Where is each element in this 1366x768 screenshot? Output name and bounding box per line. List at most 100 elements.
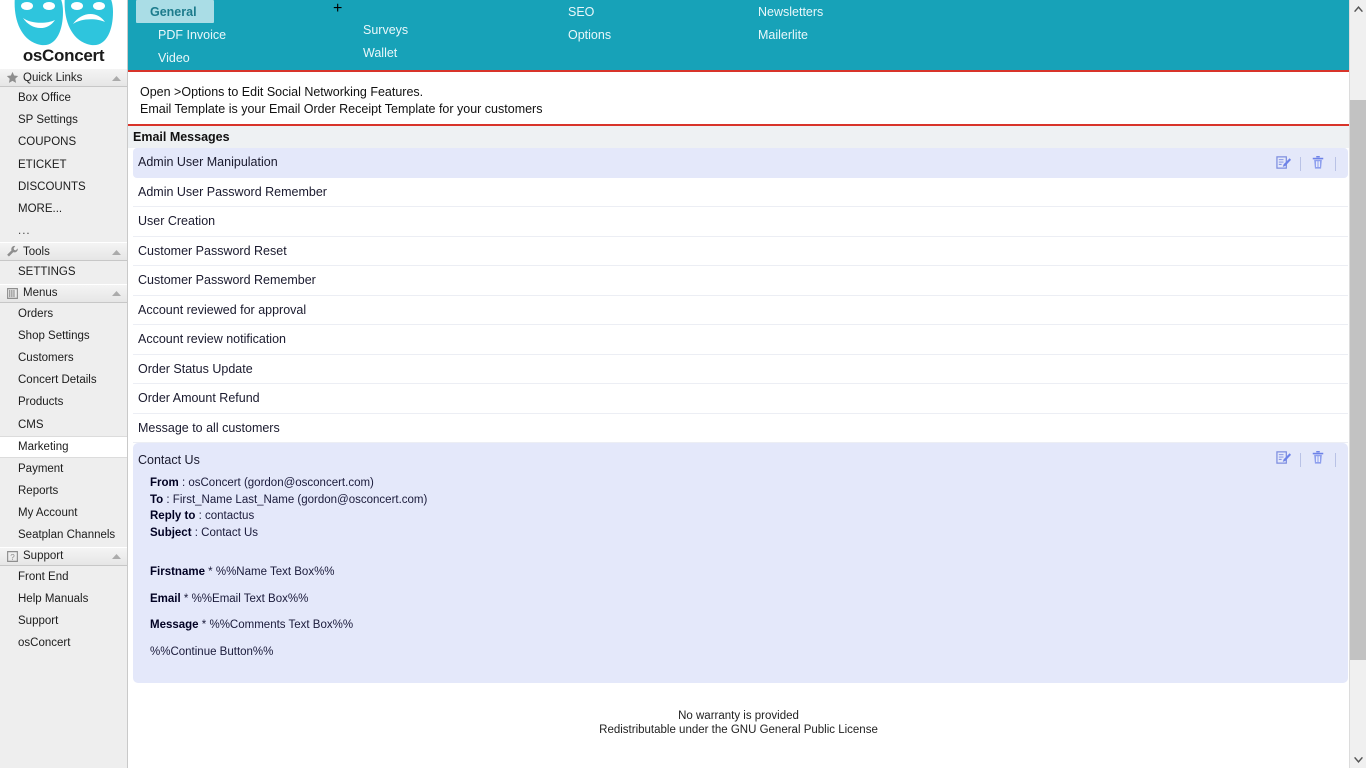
sidebar-item-label: Support — [18, 615, 58, 627]
sidebar-section-menus[interactable]: Menus — [0, 284, 127, 303]
sidebar-item-payment[interactable]: Payment — [0, 458, 127, 480]
email-message-label: Account review notification — [138, 332, 1348, 346]
trash-icon[interactable] — [1305, 155, 1331, 173]
sidebar-item-shop-settings[interactable]: Shop Settings — [0, 325, 127, 347]
topnav-link-seo[interactable]: SEO — [538, 0, 728, 23]
sidebar-item-customers[interactable]: Customers — [0, 347, 127, 369]
sidebar-item-concert-details[interactable]: Concert Details — [0, 369, 127, 391]
email-message-row[interactable]: Customer Password Reset — [133, 237, 1348, 267]
sidebar-item-seatplan-channels[interactable]: Seatplan Channels — [0, 524, 127, 546]
sidebar-section-label: Menus — [23, 287, 112, 299]
topnav-column-1: +SurveysWalletEmail Template — [333, 0, 538, 70]
sidebar-item-front-end[interactable]: Front End — [0, 566, 127, 588]
sidebar-item-help-manuals[interactable]: Help Manuals — [0, 588, 127, 610]
sidebar-item-label: Shop Settings — [18, 330, 90, 342]
scroll-down-arrow-icon[interactable] — [1350, 751, 1366, 768]
sidebar-item-label: osConcert — [18, 637, 70, 649]
email-message-row[interactable]: Order Status Update — [133, 355, 1348, 385]
topnav-link-wrap: Newsletters — [728, 0, 928, 23]
email-message-label: Message to all customers — [138, 421, 1348, 435]
email-message-label: Customer Password Remember — [138, 273, 1348, 287]
email-message-row[interactable]: Admin User Password Remember — [133, 178, 1348, 208]
action-divider — [1300, 453, 1301, 467]
email-message-row[interactable]: Customer Password Remember — [133, 266, 1348, 296]
sidebar-item-reports[interactable]: Reports — [0, 480, 127, 502]
sidebar-item-my-account[interactable]: My Account — [0, 502, 127, 524]
footer-line-2: Redistributable under the GNU General Pu… — [128, 724, 1349, 738]
sidebar-item-eticket[interactable]: ETICKET — [0, 154, 127, 176]
sidebar-item-[interactable]: ... — [0, 220, 127, 242]
email-message-label: Admin User Manipulation — [138, 155, 1348, 169]
sidebar-item-products[interactable]: Products — [0, 391, 127, 413]
sidebar-section-quick-links[interactable]: Quick Links — [0, 68, 127, 87]
email-message-label: Admin User Password Remember — [138, 185, 1348, 199]
email-message-row[interactable]: Account review notification — [133, 325, 1348, 355]
expanded-message-title: Contact Us — [138, 449, 1348, 475]
sidebar-item-label: Box Office — [18, 92, 71, 104]
scroll-up-arrow-icon[interactable] — [1350, 0, 1366, 17]
email-message-label: Order Amount Refund — [138, 391, 1348, 405]
email-message-row[interactable]: Message to all customers — [133, 414, 1348, 444]
sidebar-item-label: Concert Details — [18, 374, 97, 386]
topnav-link-video[interactable]: Video — [128, 46, 333, 69]
chevron-up-icon[interactable] — [112, 287, 121, 299]
topnav-link-options[interactable]: Options — [538, 23, 728, 46]
email-message-row[interactable]: Account reviewed for approval — [133, 296, 1348, 326]
browser-scrollbar[interactable] — [1349, 0, 1366, 768]
topnav-link-wallet[interactable]: Wallet — [333, 41, 538, 64]
expanded-message-header: From : osConcert (gordon@osconcert.com)T… — [138, 475, 1348, 541]
sidebar-item-sp-settings[interactable]: SP Settings — [0, 109, 127, 131]
email-message-row[interactable]: Order Amount Refund — [133, 384, 1348, 414]
sidebar-item-label: Help Manuals — [18, 593, 88, 605]
top-navigation: GeneralPDF InvoiceVideo+SurveysWalletEma… — [128, 0, 1349, 70]
sidebar-item-label: ... — [18, 225, 31, 237]
sidebar-item-coupons[interactable]: COUPONS — [0, 131, 127, 153]
email-message-label: User Creation — [138, 214, 1348, 228]
expanded-email-message[interactable]: Contact UsFrom : osConcert (gordon@oscon… — [133, 443, 1348, 683]
topnav-link-wrap: Wallet — [333, 41, 538, 64]
footer: No warranty is provided Redistributable … — [128, 710, 1349, 737]
sidebar-section-tools[interactable]: Tools — [0, 242, 127, 261]
sidebar-item-support[interactable]: Support — [0, 610, 127, 632]
sidebar-item-osconcert[interactable]: osConcert — [0, 632, 127, 654]
sidebar-item-label: MORE... — [18, 203, 62, 215]
sidebar-section-support[interactable]: ?Support — [0, 547, 127, 566]
topnav-link-mailerlite[interactable]: Mailerlite — [728, 23, 928, 46]
topnav-link-wrap: SEO — [538, 0, 728, 23]
question-box-icon: ? — [5, 549, 19, 563]
email-message-row[interactable]: Admin User Manipulation — [133, 148, 1348, 178]
topnav-link-surveys[interactable]: Surveys — [333, 18, 538, 41]
action-divider — [1335, 157, 1336, 171]
body-line-value: %%Comments Text Box%% — [209, 619, 353, 631]
edit-icon[interactable] — [1270, 450, 1296, 470]
sidebar-item-label: Payment — [18, 463, 63, 475]
header-field-subject: Subject : Contact Us — [150, 525, 1348, 542]
brand-logo[interactable]: osConcert — [0, 0, 127, 68]
email-message-label: Account reviewed for approval — [138, 303, 1348, 317]
notice-line-1: Open >Options to Edit Social Networking … — [140, 86, 1349, 103]
expanded-message-body: Firstname * %%Name Text Box%%Email * %%E… — [138, 541, 1348, 665]
sidebar-item-label: Marketing — [18, 441, 69, 453]
svg-text:?: ? — [10, 552, 15, 561]
header-field-label: To — [150, 494, 163, 506]
sidebar-item-orders[interactable]: Orders — [0, 303, 127, 325]
email-message-row[interactable]: User Creation — [133, 207, 1348, 237]
topnav-link-newsletters[interactable]: Newsletters — [728, 0, 928, 23]
scrollbar-thumb[interactable] — [1350, 100, 1366, 660]
chevron-up-icon[interactable] — [112, 246, 121, 258]
sidebar-item-discounts[interactable]: DISCOUNTS — [0, 176, 127, 198]
topnav-link-general[interactable]: General — [136, 0, 214, 23]
topnav-link-pdf-invoice[interactable]: PDF Invoice — [128, 23, 333, 46]
sidebar-item-box-office[interactable]: Box Office — [0, 87, 127, 109]
sidebar-item-settings[interactable]: SETTINGS — [0, 261, 127, 283]
chevron-up-icon[interactable] — [112, 72, 121, 84]
body-line-label: Firstname — [150, 566, 205, 578]
sidebar-item-cms[interactable]: CMS — [0, 413, 127, 435]
trash-icon[interactable] — [1305, 450, 1331, 470]
edit-icon[interactable] — [1270, 155, 1296, 173]
sidebar-item-marketing[interactable]: Marketing — [0, 436, 127, 458]
chevron-up-icon[interactable] — [112, 550, 121, 562]
sidebar-item-more[interactable]: MORE... — [0, 198, 127, 220]
topnav-link-label: Newsletters — [758, 5, 823, 19]
topnav-link-label: SEO — [568, 5, 594, 19]
